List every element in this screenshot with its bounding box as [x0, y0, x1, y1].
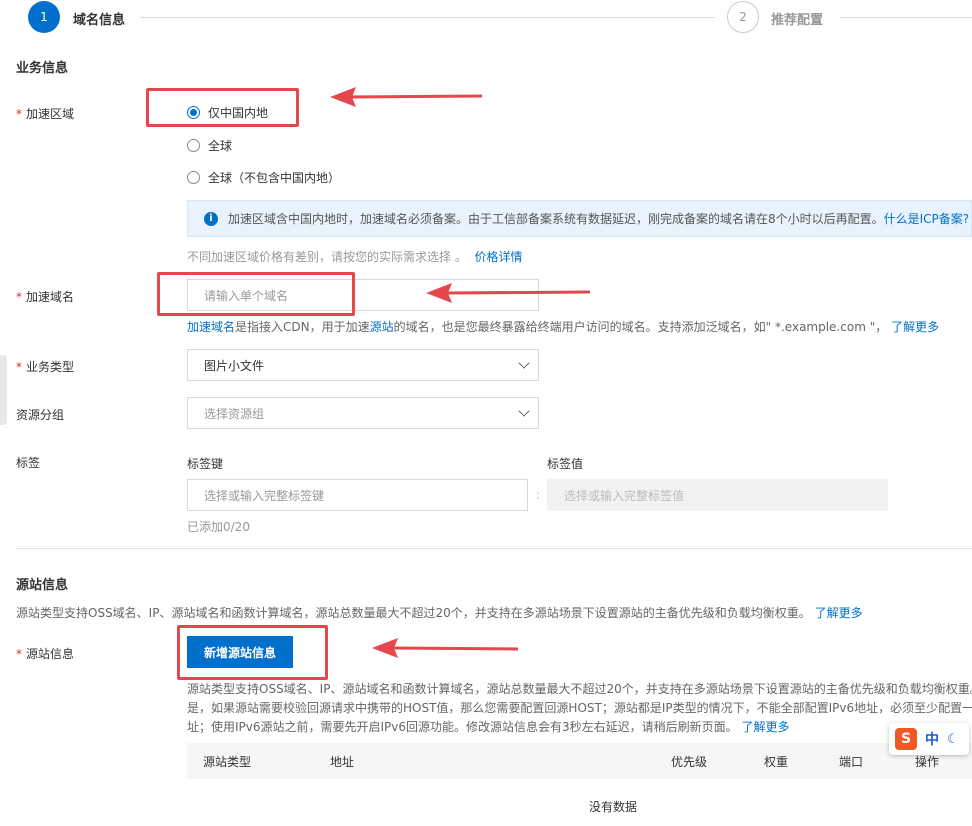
col-priority: 优先级 [671, 754, 708, 769]
learn-more-link[interactable]: 了解更多 [891, 320, 939, 334]
rg-label: 资源分组 [16, 408, 65, 422]
radio-icon[interactable] [187, 171, 200, 184]
price-detail-link[interactable]: 价格详情 [474, 250, 522, 264]
highlight-box-domain [157, 272, 355, 316]
col-port: 端口 [839, 754, 864, 769]
origin-table-header: 源站类型 地址 优先级 权重 端口 操作 [187, 743, 972, 779]
step-2-circle: 2 [727, 1, 759, 33]
ime-toolbar[interactable]: S 中 ☾ [889, 723, 969, 755]
tag-value-input[interactable]: 选择或输入完整标签值 [547, 479, 888, 511]
info-icon: i [204, 211, 218, 226]
ime-mode: 中 [925, 732, 939, 748]
highlight-box-region [146, 88, 299, 127]
resource-group-select[interactable]: 选择资源组 [187, 397, 539, 429]
sidebar-collapse-handle[interactable] [0, 355, 7, 425]
region-option-global[interactable]: 全球 [187, 137, 232, 154]
tag-key-label: 标签键 [187, 457, 224, 471]
tag-label: 标签 [16, 456, 41, 470]
price-hint: 不同加速区域价格有差别，请按您的实际需求选择 。 价格详情 [187, 250, 523, 264]
domain-label: * 加速域名 [16, 290, 75, 304]
col-actions: 操作 [915, 754, 940, 769]
step-1-circle: 1 [28, 1, 60, 33]
origin-note: 源站类型支持OSS域名、IP、源站域名和函数计算域名，源站总数量最大不超过20个… [187, 682, 972, 734]
business-section-title: 业务信息 [16, 61, 69, 76]
icp-info-banner: i 加速区域含中国内地时，加速域名必须备案。由于工信部备案系统有数据延迟，刚完成… [187, 200, 972, 237]
annotation-arrow-icon [426, 283, 591, 303]
tag-value-label: 标签值 [547, 457, 584, 471]
region-label: * 加速区域 [16, 107, 75, 121]
tag-count: 已添加0/20 [187, 520, 250, 534]
section-divider [16, 548, 972, 549]
step-connector-end [840, 17, 972, 18]
sogou-logo-icon: S [895, 728, 917, 750]
col-weight: 权重 [764, 754, 789, 769]
origin-label: * 源站信息 [16, 647, 75, 661]
tag-key-input[interactable]: 选择或输入完整标签键 [187, 479, 528, 511]
col-origin-type: 源站类型 [203, 754, 252, 769]
annotation-arrow-icon [372, 638, 519, 658]
origin-desc: 源站类型支持OSS域名、IP、源站域名和函数计算域名，源站总数量最大不超过20个… [16, 606, 863, 620]
annotation-arrow-icon [330, 87, 483, 107]
step-2-label: 推荐配置 [771, 13, 824, 28]
origin-section-title: 源站信息 [16, 578, 69, 593]
biz-type-select[interactable]: 图片小文件 [187, 349, 539, 381]
origin-note-learn-more-link[interactable]: 了解更多 [742, 720, 790, 734]
chevron-down-icon [518, 356, 530, 369]
highlight-box-add-origin [177, 625, 328, 680]
origin-learn-more-link[interactable]: 了解更多 [815, 606, 863, 620]
domain-help: 加速域名是指接入CDN，用于加速源站的域名，也是您最终暴露给终端用户访问的域名。… [187, 320, 940, 334]
step-connector [140, 17, 715, 18]
icp-link[interactable]: 什么是ICP备案? [884, 210, 970, 227]
step-1-label: 域名信息 [73, 13, 126, 28]
tag-separator: : [536, 488, 541, 502]
radio-icon[interactable] [187, 139, 200, 152]
region-option-global-ex-mainland[interactable]: 全球（不包含中国内地） [187, 169, 340, 186]
chevron-down-icon [518, 404, 530, 417]
biz-type-label: * 业务类型 [16, 360, 75, 374]
domain-help-link[interactable]: 加速域名 [187, 320, 235, 334]
moon-icon: ☾ [947, 731, 959, 747]
table-empty: 没有数据 [589, 800, 638, 814]
origin-help-link[interactable]: 源站 [370, 320, 394, 334]
col-address: 地址 [330, 754, 355, 769]
